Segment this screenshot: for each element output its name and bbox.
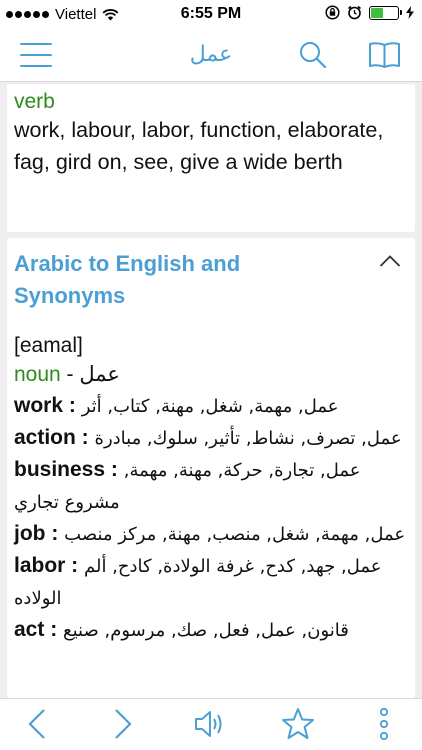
star-icon[interactable] (281, 707, 315, 741)
noun-word: - عمل (60, 363, 120, 386)
chevron-up-icon[interactable] (379, 254, 401, 268)
definition-card: verb work, labour, labor, function, elab… (7, 84, 415, 232)
nav-bar: عمل (0, 30, 422, 82)
back-icon[interactable] (24, 707, 50, 741)
synonyms-card: Arabic to English and Synonyms [eamal] n… (7, 238, 415, 698)
pronunciation: [eamal] (14, 334, 83, 357)
entry-english: job (14, 522, 46, 545)
list-item: business : عمل, تجارة, حركة, مهنة, مهمة,… (14, 458, 361, 513)
more-icon[interactable] (376, 707, 392, 743)
bottom-toolbar (0, 698, 422, 750)
charging-icon (406, 6, 414, 19)
list-item: job : عمل, مهمة, شغل, منصب, مهنة, مركز م… (14, 522, 406, 545)
list-item: action : عمل, تصرف, نشاط, تأثير, سلوك, م… (14, 426, 402, 449)
noun-label: noun (14, 363, 61, 386)
list-item: labor : عمل, جهد, كدح, غرفة الولادة, كاد… (14, 554, 382, 609)
section-title[interactable]: Arabic to English and Synonyms (14, 248, 354, 312)
list-item: act : قانون, عمل, فعل, صك, مرسوم, صنيع (14, 618, 349, 641)
definition-text: work, labour, labor, function, elaborate… (14, 118, 384, 174)
forward-icon[interactable] (110, 707, 136, 741)
search-icon[interactable] (298, 40, 328, 70)
speaker-icon[interactable] (193, 707, 229, 741)
battery-icon (369, 5, 402, 20)
entry-english: labor (14, 554, 66, 577)
entry-english: business (14, 458, 106, 481)
page-title: عمل (189, 42, 233, 67)
entry-english: act (14, 618, 45, 641)
entry-english: work (14, 394, 64, 417)
status-right (325, 5, 414, 20)
noun-line: noun - عمل (14, 360, 408, 390)
entry-list: work : عمل, مهمة, شغل, مهنة, كتاب, أثر a… (14, 390, 408, 646)
status-bar: Viettel 6:55 PM (0, 0, 422, 30)
entry-arabic: عمل, مهمة, شغل, منصب, مهنة, مركز منصب (64, 524, 406, 545)
alarm-icon (348, 5, 361, 20)
rotation-lock-icon (325, 5, 340, 20)
list-item: work : عمل, مهمة, شغل, مهنة, كتاب, أثر (14, 394, 339, 417)
entry-arabic: عمل, تصرف, نشاط, تأثير, سلوك, مبادرة (94, 428, 402, 449)
entry-english: action (14, 426, 76, 449)
entry-arabic: عمل, مهمة, شغل, مهنة, كتاب, أثر (81, 396, 339, 417)
book-icon[interactable] (368, 41, 401, 69)
entry-arabic: قانون, عمل, فعل, صك, مرسوم, صنيع (63, 620, 349, 641)
part-of-speech: verb (14, 90, 55, 113)
